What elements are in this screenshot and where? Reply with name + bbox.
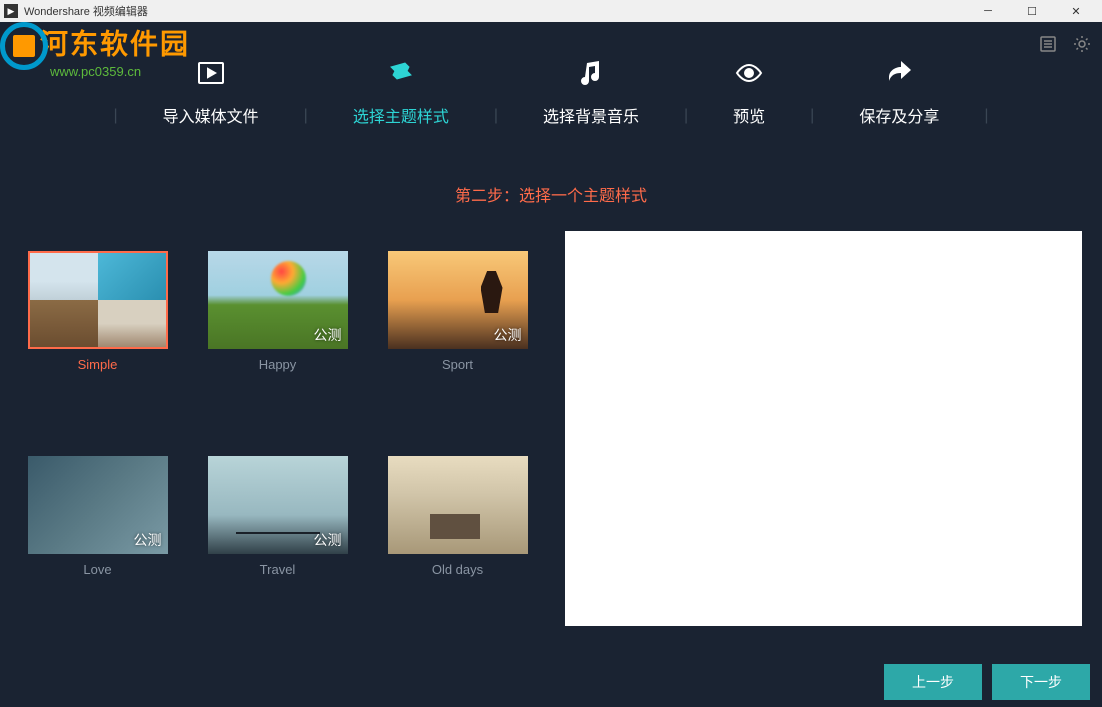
content-area: Simple 公测 Happy 公测 Sport 公测 Love 公测 Trav… — [0, 231, 1102, 626]
nav-import[interactable]: 导入媒体文件 — [118, 57, 304, 127]
nav-theme[interactable]: 选择主题样式 — [308, 57, 494, 127]
nav-label: 选择背景音乐 — [543, 103, 639, 127]
nav-share[interactable]: 保存及分享 — [814, 57, 984, 127]
share-icon — [883, 57, 915, 89]
nav-music[interactable]: 选择背景音乐 — [498, 57, 684, 127]
window-controls: ─ ☐ ✕ — [966, 0, 1098, 22]
theme-label: Travel — [260, 562, 296, 577]
maximize-button[interactable]: ☐ — [1010, 0, 1054, 22]
theme-label: Old days — [432, 562, 483, 577]
theme-thumbnail: 公测 — [28, 456, 168, 554]
beta-badge: 公测 — [314, 530, 342, 550]
beta-badge: 公测 — [314, 325, 342, 345]
app-icon: ▶ — [4, 4, 18, 18]
brightness-icon[interactable] — [1072, 34, 1092, 54]
theme-label: Love — [83, 562, 111, 577]
top-actions — [1038, 34, 1092, 54]
window-title: Wondershare 视频编辑器 — [24, 3, 148, 19]
theme-thumbnail: 公测 — [208, 251, 348, 349]
nav-tabs: | 导入媒体文件 | 选择主题样式 | 选择背景音乐 | 预览 | 保存及分享 … — [0, 22, 1102, 152]
eye-icon — [733, 57, 765, 89]
beta-badge: 公测 — [134, 530, 162, 550]
nav-divider: | — [984, 107, 988, 127]
import-icon — [195, 57, 227, 89]
nav-label: 保存及分享 — [859, 103, 939, 127]
theme-simple[interactable]: Simple — [20, 251, 175, 421]
bottom-bar: 上一步 下一步 — [0, 657, 1102, 707]
minimize-button[interactable]: ─ — [966, 0, 1010, 22]
theme-sport[interactable]: 公测 Sport — [380, 251, 535, 421]
titlebar: ▶ Wondershare 视频编辑器 ─ ☐ ✕ — [0, 0, 1102, 22]
theme-label: Simple — [78, 357, 118, 372]
theme-label: Sport — [442, 357, 473, 372]
nav-preview[interactable]: 预览 — [688, 57, 810, 127]
theme-thumbnail — [388, 456, 528, 554]
nav-label: 预览 — [733, 103, 765, 127]
list-icon[interactable] — [1038, 34, 1058, 54]
theme-happy[interactable]: 公测 Happy — [200, 251, 355, 421]
theme-love[interactable]: 公测 Love — [20, 456, 175, 626]
nav-label: 导入媒体文件 — [163, 103, 259, 127]
theme-travel[interactable]: 公测 Travel — [200, 456, 355, 626]
theme-icon — [385, 57, 417, 89]
next-button[interactable]: 下一步 — [992, 664, 1090, 700]
beta-badge: 公测 — [494, 325, 522, 345]
music-icon — [575, 57, 607, 89]
nav-label: 选择主题样式 — [353, 103, 449, 127]
theme-thumbnail: 公测 — [388, 251, 528, 349]
theme-label: Happy — [259, 357, 297, 372]
theme-grid: Simple 公测 Happy 公测 Sport 公测 Love 公测 Trav… — [20, 231, 535, 626]
theme-olddays[interactable]: Old days — [380, 456, 535, 626]
preview-panel — [565, 231, 1082, 626]
theme-thumbnail: 公测 — [208, 456, 348, 554]
theme-thumbnail — [28, 251, 168, 349]
close-button[interactable]: ✕ — [1054, 0, 1098, 22]
step-title: 第二步：选择一个主题样式 — [0, 152, 1102, 231]
prev-button[interactable]: 上一步 — [884, 664, 982, 700]
